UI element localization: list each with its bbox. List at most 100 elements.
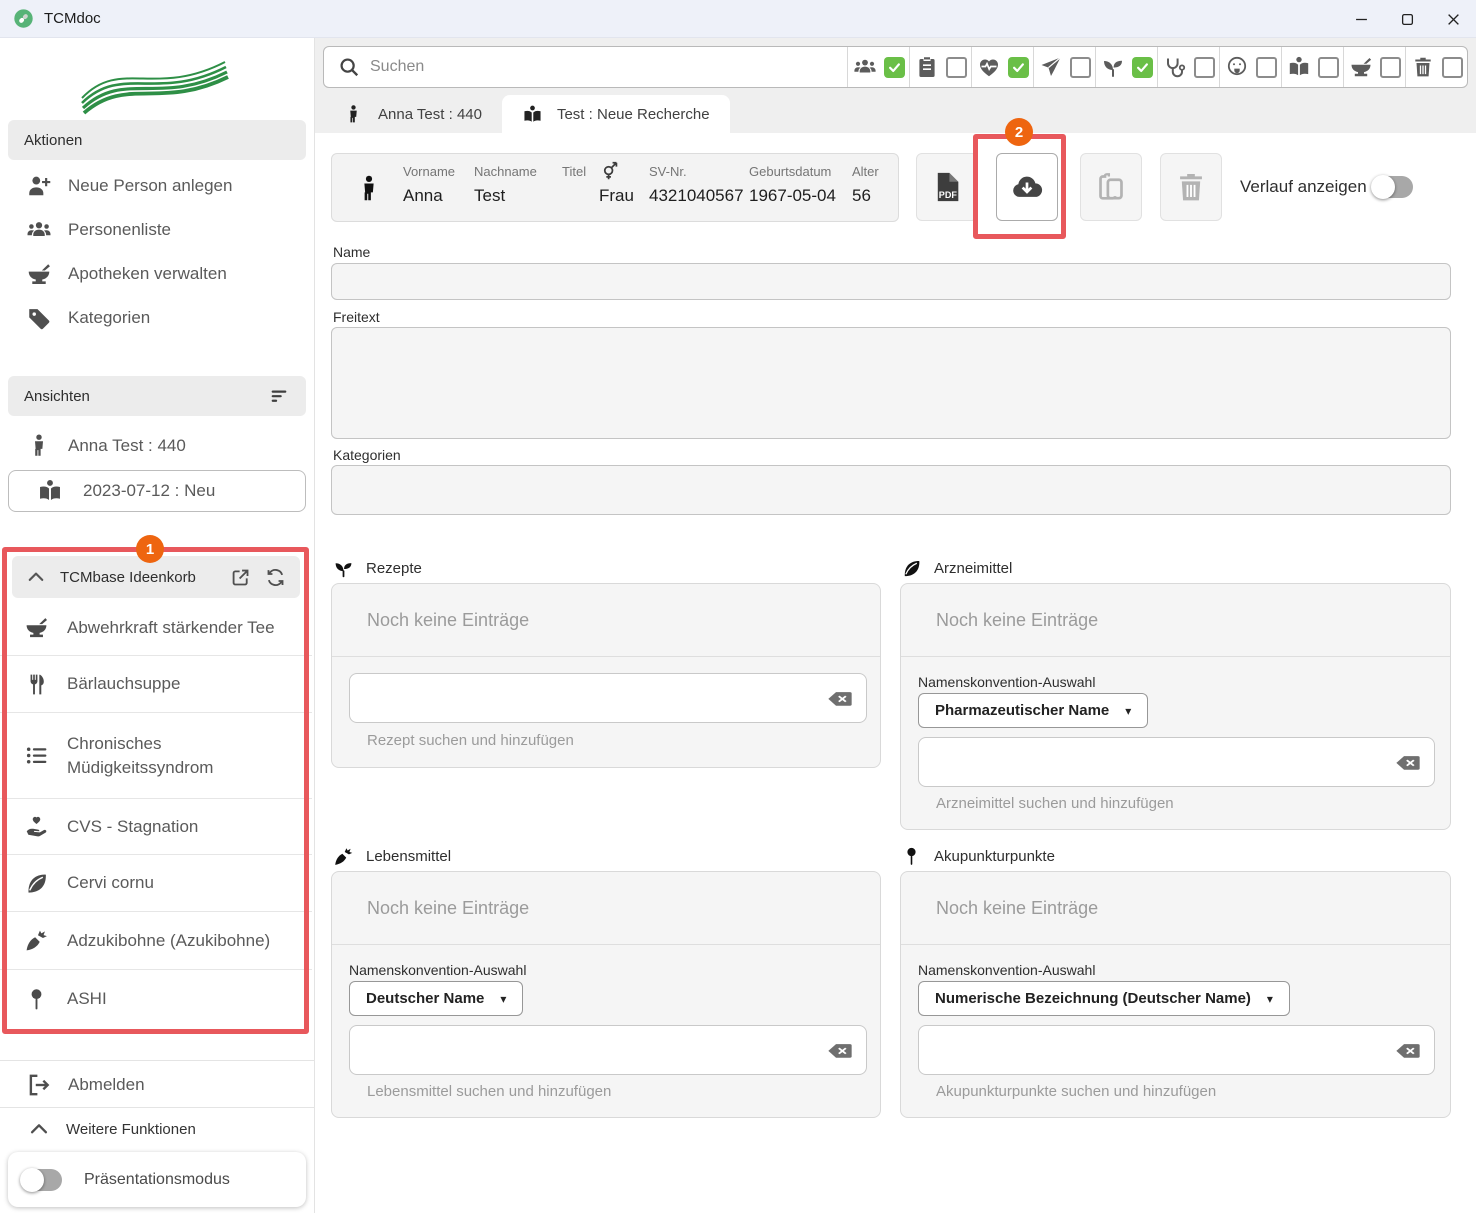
- filter-checkbox-papierkorb[interactable]: [1442, 57, 1463, 78]
- tab-anna-test[interactable]: Anna Test : 440: [323, 95, 502, 133]
- filter-checkbox-anamnese[interactable]: [946, 57, 967, 78]
- filter-group-rezepte: [1095, 47, 1157, 87]
- freitext-textarea[interactable]: [331, 327, 1451, 439]
- sidebar-item-kategorien[interactable]: Kategorien: [0, 296, 315, 340]
- ideenkorb-item-label: ASHI: [67, 987, 107, 1011]
- filter-checkbox-persons[interactable]: [884, 57, 905, 78]
- sidebar: WSTCM Aktionen Neue Person anlegen Perso…: [0, 38, 315, 1213]
- filter-checkbox-send[interactable]: [1070, 57, 1091, 78]
- rezepte-search-input[interactable]: [362, 680, 818, 716]
- field-value: 4321040567: [649, 186, 744, 206]
- search-hint: Rezept suchen und hinzufügen: [367, 732, 574, 749]
- delete-button[interactable]: [1160, 153, 1222, 221]
- filter-group-zunge: [1219, 47, 1281, 87]
- kategorien-input[interactable]: [331, 465, 1451, 515]
- external-link-icon[interactable]: [230, 567, 251, 588]
- filter-checkbox-diagnose[interactable]: [1008, 57, 1029, 78]
- filter-checkbox-zunge[interactable]: [1256, 57, 1277, 78]
- backspace-clear-icon[interactable]: [1394, 752, 1422, 773]
- verlauf-anzeigen-toggle[interactable]: [1373, 176, 1413, 198]
- sidebar-view-person[interactable]: Anna Test : 440: [0, 424, 315, 468]
- backspace-clear-icon[interactable]: [1394, 1040, 1422, 1061]
- carrot-icon: [333, 846, 354, 867]
- caret-down-icon: ▾: [1125, 704, 1131, 718]
- search-input[interactable]: [370, 58, 847, 76]
- sort-icon[interactable]: [268, 385, 290, 407]
- chevron-up-icon[interactable]: [26, 567, 46, 587]
- lebensmittel-search-box: [349, 1025, 867, 1075]
- praesentationsmodus-card: Präsentationsmodus: [8, 1152, 306, 1207]
- convention-label: Namenskonvention-Auswahl: [349, 962, 526, 978]
- trash-icon: [1411, 55, 1435, 79]
- arzneimittel-panel: Noch keine Einträge Namenskonvention-Aus…: [900, 583, 1451, 830]
- name-input[interactable]: [331, 263, 1451, 300]
- aktionen-section-header: Aktionen: [8, 120, 306, 160]
- lebensmittel-convention-dropdown[interactable]: Deutscher Name ▾: [349, 981, 523, 1016]
- list-icon: [24, 743, 49, 768]
- filter-checkbox-apotheke[interactable]: [1380, 57, 1401, 78]
- field-value: Frau: [599, 186, 634, 206]
- tab-neue-recherche[interactable]: Test : Neue Recherche: [502, 95, 730, 133]
- dropdown-value: Pharmazeutischer Name: [935, 702, 1109, 719]
- field-value: 56: [852, 186, 871, 206]
- badge-number: 1: [146, 541, 154, 558]
- cloud-download-button[interactable]: [996, 153, 1058, 221]
- refresh-icon[interactable]: [265, 567, 286, 588]
- filter-group-behandlung: [1157, 47, 1219, 87]
- praesentationsmodus-toggle[interactable]: [22, 1169, 62, 1191]
- copy-icon: [1094, 170, 1128, 204]
- sidebar-item-abmelden[interactable]: Abmelden: [0, 1063, 315, 1107]
- tab-content: Vorname Anna Nachname Test Titel Frau SV…: [315, 133, 1476, 1213]
- search-toolbar: [323, 46, 1468, 88]
- field-label: Geburtsdatum: [749, 164, 831, 179]
- copy-button[interactable]: [1080, 153, 1142, 221]
- sidebar-item-neue-person[interactable]: Neue Person anlegen: [0, 164, 315, 208]
- ideenkorb-item[interactable]: CVS - Stagnation: [0, 799, 312, 855]
- filter-checkbox-recherche[interactable]: [1318, 57, 1339, 78]
- field-label: Vorname: [403, 164, 455, 179]
- filter-checkbox-behandlung[interactable]: [1194, 57, 1215, 78]
- heart-pulse-icon: [977, 55, 1001, 79]
- maximize-button[interactable]: [1384, 0, 1430, 38]
- search-field-wrap: [324, 47, 847, 87]
- ideenkorb-item[interactable]: Chronisches Müdigkeitssyndrom: [0, 713, 312, 799]
- pdf-export-button[interactable]: PDF: [916, 153, 978, 221]
- ideenkorb-item[interactable]: Adzukibohne (Azukibohne): [0, 912, 312, 970]
- akupunkturpunkte-search-input[interactable]: [931, 1032, 1386, 1068]
- mortar-icon: [26, 261, 52, 287]
- search-hint: Arzneimittel suchen und hinzufügen: [936, 795, 1174, 812]
- sidebar-view-recherche[interactable]: 2023-07-12 : Neu: [8, 470, 306, 512]
- carrot-icon: [24, 928, 49, 953]
- send-icon: [1039, 55, 1063, 79]
- arzneimittel-search-input[interactable]: [931, 744, 1386, 780]
- sidebar-item-personenliste[interactable]: Personenliste: [0, 208, 315, 252]
- dropdown-value: Deutscher Name: [366, 990, 484, 1007]
- person-icon: [343, 104, 364, 125]
- filter-group-persons: [847, 47, 909, 87]
- filter-group-send: [1033, 47, 1095, 87]
- arzneimittel-convention-dropdown[interactable]: Pharmazeutischer Name ▾: [918, 693, 1148, 728]
- recherche-date-label: 2023-07-12 : Neu: [83, 481, 215, 501]
- sprout-icon: [1101, 55, 1125, 79]
- minimize-button[interactable]: [1338, 0, 1384, 38]
- ideenkorb-item[interactable]: Cervi cornu: [0, 855, 312, 912]
- backspace-clear-icon[interactable]: [826, 1040, 854, 1061]
- ideenkorb-item[interactable]: ASHI: [0, 970, 312, 1028]
- rezepte-header: Rezepte: [333, 557, 422, 579]
- ideenkorb-item[interactable]: Abwehrkraft stärkender Tee: [0, 600, 312, 656]
- sidebar-item-apotheken[interactable]: Apotheken verwalten: [0, 252, 315, 296]
- ideenkorb-header[interactable]: TCMbase Ideenkorb: [12, 556, 300, 598]
- filter-group-diagnose: [971, 47, 1033, 87]
- ideenkorb-item[interactable]: Bärlauchsuppe: [0, 656, 312, 713]
- akupunkturpunkte-convention-dropdown[interactable]: Numerische Bezeichnung (Deutscher Name) …: [918, 981, 1290, 1016]
- sidebar-item-weitere-funktionen[interactable]: Weitere Funktionen: [0, 1108, 315, 1150]
- ideenkorb-item-label: Adzukibohne (Azukibohne): [67, 929, 270, 953]
- lebensmittel-header: Lebensmittel: [333, 845, 451, 867]
- empty-state-text: Noch keine Einträge: [367, 898, 529, 919]
- clipboard-icon: [915, 55, 939, 79]
- person-icon: [26, 433, 52, 459]
- lebensmittel-search-input[interactable]: [362, 1032, 818, 1068]
- close-button[interactable]: [1430, 0, 1476, 38]
- filter-checkbox-rezepte[interactable]: [1132, 57, 1153, 78]
- backspace-clear-icon[interactable]: [826, 688, 854, 709]
